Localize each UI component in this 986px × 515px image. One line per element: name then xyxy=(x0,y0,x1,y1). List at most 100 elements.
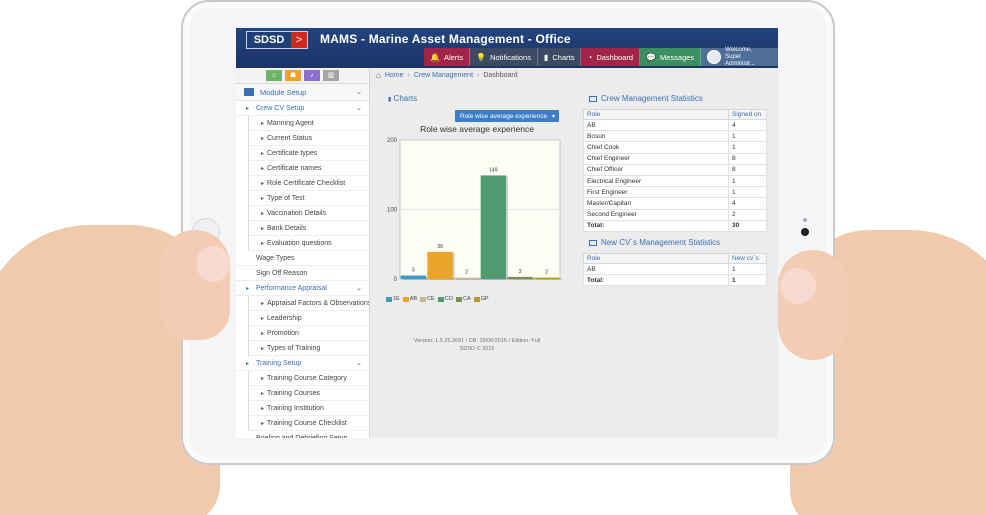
sidebar-group[interactable]: Crew CV Setup ⌄ xyxy=(236,101,369,116)
sidebar-item[interactable]: Certificate names xyxy=(248,161,369,176)
sidebar-item[interactable]: Promotion xyxy=(248,326,369,341)
cv-stats-heading: New CV`s Management Statistics xyxy=(589,238,720,247)
module-icon xyxy=(244,88,254,96)
sidebar-item[interactable]: Training Institution xyxy=(248,401,369,416)
legend-swatch xyxy=(437,296,444,302)
logo[interactable]: SDSD > xyxy=(246,31,308,49)
chart-type-select[interactable]: Role wise average experience ▾ xyxy=(455,110,559,122)
sidebar-item[interactable]: Manning Agent xyxy=(248,116,369,131)
sidebar: ⌂ ☗ ♪ ▥ Module Setup ⌄ Crew CV Setup ⌄ Man… xyxy=(236,68,370,438)
sidebar-item[interactable]: Types of Training xyxy=(248,341,369,356)
total-value: 30 xyxy=(728,219,767,232)
legend-label: CA xyxy=(462,296,471,302)
sidebar-item[interactable]: Appraisal Factors & Observations xyxy=(248,296,369,311)
bar-CA[interactable] xyxy=(507,276,533,279)
user-menu[interactable]: Welcome, Super Administr... xyxy=(701,46,778,67)
sidebar-item[interactable]: Sign Off Reason xyxy=(236,266,369,281)
sidebar-item[interactable]: Current Status xyxy=(248,131,369,146)
sidebar-group[interactable]: Performance Appraisal ⌄ xyxy=(236,281,369,296)
cv-stats-title: New CV`s Management Statistics xyxy=(601,238,721,247)
nav-notifications[interactable]: 💡 Notifications xyxy=(470,48,538,66)
caret-down-icon: ▾ xyxy=(551,113,555,120)
legend-item[interactable]: 1E xyxy=(386,296,400,302)
table-row: Bosun 1 xyxy=(583,130,767,143)
home-icon[interactable]: ⌂ xyxy=(376,71,381,80)
chart-type-value: Role wise average experience xyxy=(460,112,548,120)
cv-stats-table: Role New cv`s AB 1 Total: 1 xyxy=(583,253,767,287)
sidebar-item-label: Role Certificate Checklist xyxy=(267,179,346,187)
nav-charts[interactable]: ▮ Charts xyxy=(537,48,582,66)
sidebar-item[interactable]: Training Course Checklist xyxy=(248,416,369,431)
count-cell: 1 xyxy=(728,130,767,143)
role-cell: AB xyxy=(583,262,729,276)
legend-item[interactable]: GP xyxy=(473,296,489,302)
data-label: 39 xyxy=(437,244,443,250)
sidebar-item[interactable]: Briefing and Debriefing Setup xyxy=(236,431,369,439)
sidebar-item-label: Vaccination Details xyxy=(267,209,327,217)
module-label: Module Setup xyxy=(260,87,307,97)
sidebar-item[interactable]: Type of Test xyxy=(248,191,369,206)
charts-heading-label: Charts xyxy=(393,94,418,103)
sidebar-item[interactable]: Training Course Category xyxy=(248,371,369,386)
bar-AB[interactable] xyxy=(427,251,453,279)
legend-item[interactable]: CO xyxy=(437,296,453,302)
sidebar-item[interactable]: Role Certificate Checklist xyxy=(248,176,369,191)
sidebar-item[interactable]: Bank Details xyxy=(248,221,369,236)
nav-messages[interactable]: 💬 Messages xyxy=(640,48,702,66)
app-screen: SDSD > MAMS - Marine Asset Management - … xyxy=(236,28,778,438)
table-row: AB 1 xyxy=(583,262,767,276)
sidebar-item-label: Appraisal Factors & Observations xyxy=(267,299,370,307)
nav-alerts[interactable]: 🔔 Alerts xyxy=(424,48,471,66)
count-cell: 1 xyxy=(728,174,767,188)
module-setup-header[interactable]: Module Setup ⌄ xyxy=(236,84,369,101)
bar-CO[interactable] xyxy=(480,175,506,279)
sidebar-item-label: Promotion xyxy=(267,329,299,337)
bar-GP[interactable] xyxy=(534,277,560,279)
legend-swatch xyxy=(386,296,392,302)
sidebar-item-label: Type of Test xyxy=(267,194,305,202)
data-label: 149 xyxy=(489,167,498,173)
legend-item[interactable]: CE xyxy=(420,296,435,302)
photo-stage: SDSD > MAMS - Marine Asset Management - … xyxy=(0,0,986,515)
total-row: Total: 30 xyxy=(583,219,767,232)
role-cell: Second Engineer xyxy=(583,208,729,221)
table-icon xyxy=(589,95,597,102)
crew-stats-heading: Crew Management Statistics xyxy=(589,94,703,103)
welcome-label: Welcome, xyxy=(725,46,752,53)
sidebar-item[interactable]: Vaccination Details xyxy=(248,206,369,221)
table-row: AB 4 xyxy=(583,118,767,132)
breadcrumb-crew[interactable]: Crew Management xyxy=(414,72,473,79)
chart-icon[interactable]: ▥ xyxy=(323,70,339,81)
legend-swatch xyxy=(455,296,462,302)
lightbulb-icon: 💡 xyxy=(476,52,487,62)
sidebar-group[interactable]: Training Setup ⌄ xyxy=(236,356,369,371)
sidebar-item[interactable]: Evaluation questions xyxy=(248,236,369,251)
crew-stats-title: Crew Management Statistics xyxy=(601,94,703,103)
legend-item[interactable]: AB xyxy=(402,296,417,302)
table-row: Electrical Engineer 1 xyxy=(583,174,767,188)
bar-chart-icon: ▮ xyxy=(388,97,392,103)
bell-icon[interactable]: ♪ xyxy=(304,70,320,81)
bar-1E[interactable] xyxy=(400,275,426,279)
bar-CE[interactable] xyxy=(454,277,480,279)
sidebar-item[interactable]: Wage Types xyxy=(236,251,369,266)
nav-charts-label: Charts xyxy=(552,52,575,62)
column-header: Role xyxy=(583,109,729,120)
bar-chart-icon: ▮ xyxy=(543,52,549,62)
home-icon[interactable]: ⌂ xyxy=(266,70,282,81)
sidebar-item[interactable]: Leadership xyxy=(248,311,369,326)
breadcrumb-home[interactable]: Home xyxy=(385,72,404,79)
legend-label: CE xyxy=(427,296,435,302)
table-row: Chief Officer 8 xyxy=(583,163,767,176)
logo-text: SDSD xyxy=(247,32,291,48)
chevron-down-icon: ⌄ xyxy=(356,89,362,96)
sidebar-item-label: Crew CV Setup xyxy=(256,104,305,112)
avatar xyxy=(707,50,722,64)
breadcrumb-separator-icon: › xyxy=(407,71,410,79)
sidebar-item[interactable]: Training Courses xyxy=(248,386,369,401)
total-row: Total: 1 xyxy=(583,274,767,287)
nav-dashboard[interactable]: ◔ Dashboard xyxy=(581,48,641,66)
sitemap-icon[interactable]: ☗ xyxy=(285,70,301,81)
sidebar-item[interactable]: Certificate types xyxy=(248,146,369,161)
legend-item[interactable]: CA xyxy=(455,296,471,302)
